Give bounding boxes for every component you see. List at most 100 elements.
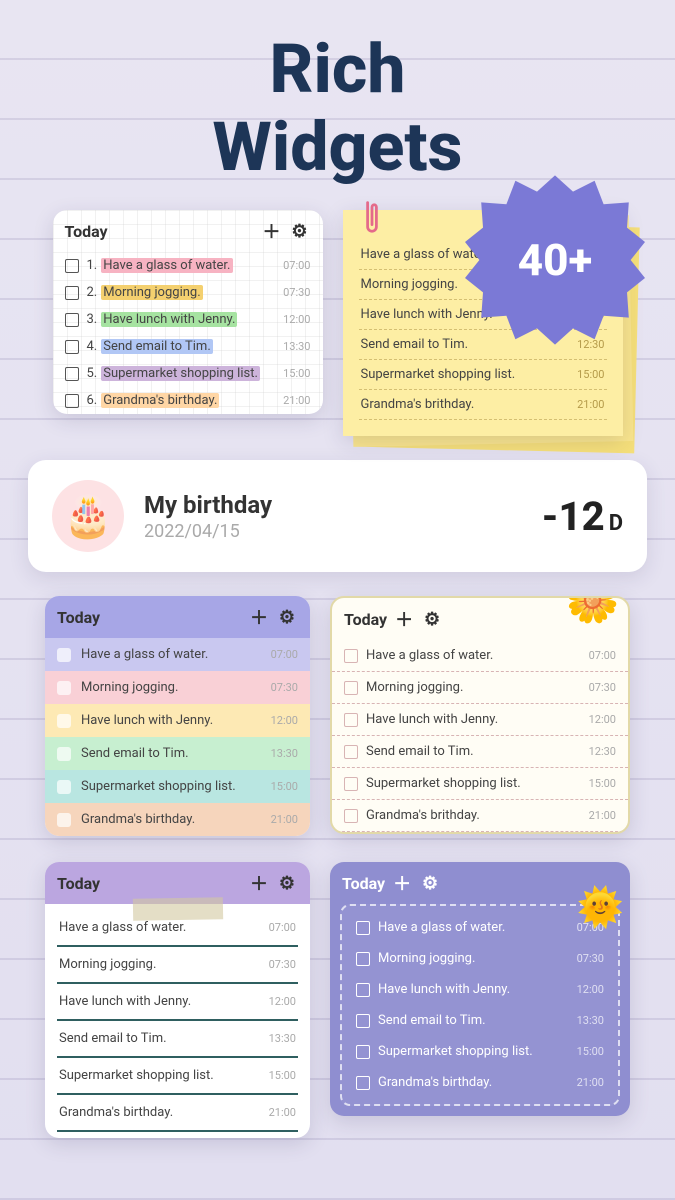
checkbox[interactable] bbox=[356, 952, 370, 966]
task-row[interactable]: Have lunch with Jenny. 12:00 bbox=[332, 704, 628, 736]
checkbox[interactable] bbox=[57, 813, 71, 827]
sun-icon: 🌞 bbox=[577, 886, 624, 930]
task-label: Have a glass of water. bbox=[81, 647, 265, 662]
widget-purple-todo[interactable]: Today ＋ ⚙ 🌞 Have a glass of water. 07:00… bbox=[330, 862, 630, 1116]
checkbox[interactable] bbox=[57, 780, 71, 794]
widget-tape-todo[interactable]: Today ＋ ⚙ Have a glass of water. 07:00Mo… bbox=[45, 862, 310, 1138]
gear-icon[interactable]: ⚙ bbox=[276, 872, 298, 894]
task-time: 12:00 bbox=[283, 313, 310, 326]
checkbox[interactable] bbox=[57, 714, 71, 728]
task-row[interactable]: Grandma's birthday. 21:00 bbox=[57, 1095, 298, 1132]
task-time: 13:30 bbox=[271, 747, 298, 760]
task-label: Have lunch with Jenny. bbox=[101, 312, 277, 327]
task-row[interactable]: Have a glass of water. 07:00 bbox=[45, 638, 310, 671]
task-label: Grandma's brithday. bbox=[361, 397, 572, 412]
task-row[interactable]: Morning jogging. 07:30 bbox=[57, 947, 298, 984]
task-row[interactable]: 2. Morning jogging. 07:30 bbox=[53, 279, 323, 306]
task-row[interactable]: Have lunch with Jenny. 12:00 bbox=[45, 704, 310, 737]
checkbox[interactable] bbox=[65, 394, 79, 408]
task-number: 5. bbox=[87, 366, 98, 381]
task-number: 1. bbox=[87, 258, 98, 273]
task-row[interactable]: Send email to Tim. 13:30 bbox=[45, 737, 310, 770]
task-label: Have lunch with Jenny. bbox=[366, 712, 583, 727]
checkbox[interactable] bbox=[65, 286, 79, 300]
widget-countdown[interactable]: 🎂 My birthday 2022/04/15 -12D bbox=[28, 460, 647, 572]
add-icon[interactable]: ＋ bbox=[391, 872, 413, 894]
task-row[interactable]: Have lunch with Jenny. 12:00 bbox=[346, 974, 614, 1005]
checkbox[interactable] bbox=[344, 649, 358, 663]
checkbox[interactable] bbox=[344, 713, 358, 727]
checkbox[interactable] bbox=[57, 747, 71, 761]
task-row[interactable]: 4. Send email to Tim. 13:30 bbox=[53, 333, 323, 360]
add-icon[interactable]: ＋ bbox=[248, 872, 270, 894]
task-time: 07:30 bbox=[283, 286, 310, 299]
checkbox[interactable] bbox=[344, 745, 358, 759]
task-row[interactable]: Send email to Tim. 13:30 bbox=[57, 1021, 298, 1058]
task-label: Grandma's birthday. bbox=[81, 812, 265, 827]
checkbox[interactable] bbox=[356, 1045, 370, 1059]
task-row[interactable]: Grandma's birthday. 21:00 bbox=[45, 803, 310, 836]
task-time: 07:00 bbox=[269, 921, 296, 934]
cake-icon: 🎂 bbox=[52, 480, 124, 552]
task-time: 12:00 bbox=[271, 714, 298, 727]
add-icon[interactable]: ＋ bbox=[261, 220, 283, 242]
checkbox[interactable] bbox=[344, 777, 358, 791]
checkbox[interactable] bbox=[356, 921, 370, 935]
task-label: Morning jogging. bbox=[59, 957, 263, 972]
gear-icon[interactable]: ⚙ bbox=[289, 220, 311, 242]
task-row[interactable]: Supermarket shopping list. 15:00 bbox=[57, 1058, 298, 1095]
checkbox[interactable] bbox=[65, 367, 79, 381]
task-row[interactable]: Morning jogging. 07:30 bbox=[346, 943, 614, 974]
widget-color-rows[interactable]: Today ＋ ⚙ Have a glass of water. 07:00 M… bbox=[45, 596, 310, 836]
checkbox[interactable] bbox=[344, 809, 358, 823]
task-row[interactable]: 5. Supermarket shopping list. 15:00 bbox=[53, 360, 323, 387]
task-row[interactable]: Have a glass of water. 07:00 bbox=[346, 912, 614, 943]
task-row[interactable]: Send email to Tim. 13:30 bbox=[346, 1005, 614, 1036]
add-icon[interactable]: ＋ bbox=[393, 608, 415, 630]
task-row[interactable]: 3. Have lunch with Jenny. 12:00 bbox=[53, 306, 323, 333]
task-row[interactable]: Grandma's birthday. 21:00 bbox=[346, 1067, 614, 1098]
task-time: 07:30 bbox=[577, 952, 604, 965]
task-time: 13:30 bbox=[283, 340, 310, 353]
task-row[interactable]: Morning jogging. 07:30 bbox=[45, 671, 310, 704]
task-row[interactable]: 6. Grandma's birthday. 21:00 bbox=[53, 387, 323, 414]
checkbox[interactable] bbox=[356, 1014, 370, 1028]
gear-icon[interactable]: ⚙ bbox=[421, 608, 443, 630]
task-row[interactable]: Supermarket shopping list. 15:00 bbox=[359, 360, 607, 390]
task-row[interactable]: 1. Have a glass of water. 07:00 bbox=[53, 252, 323, 279]
gear-icon[interactable]: ⚙ bbox=[419, 872, 441, 894]
checkbox[interactable] bbox=[57, 681, 71, 695]
task-row[interactable]: Have lunch with Jenny. 12:00 bbox=[57, 984, 298, 1021]
task-label: Have lunch with Jenny. bbox=[378, 982, 571, 997]
task-label: Morning jogging. bbox=[366, 680, 583, 695]
widget-title: Today bbox=[344, 610, 387, 629]
checkbox[interactable] bbox=[57, 648, 71, 662]
checkbox[interactable] bbox=[344, 681, 358, 695]
task-time: 15:00 bbox=[577, 1045, 604, 1058]
task-row[interactable]: Supermarket shopping list. 15:00 bbox=[346, 1036, 614, 1067]
task-label: Send email to Tim. bbox=[59, 1031, 263, 1046]
checkbox[interactable] bbox=[356, 983, 370, 997]
task-time: 12:00 bbox=[589, 713, 616, 726]
task-row[interactable]: Grandma's brithday. 21:00 bbox=[359, 390, 607, 420]
widget-flower-todo[interactable]: 🌼 Today ＋ ⚙ Have a glass of water. 07:00… bbox=[330, 596, 630, 834]
task-row[interactable]: Send email to Tim. 12:30 bbox=[332, 736, 628, 768]
task-row[interactable]: Morning jogging. 07:30 bbox=[332, 672, 628, 704]
checkbox[interactable] bbox=[65, 259, 79, 273]
task-time: 07:00 bbox=[283, 259, 310, 272]
task-label: Morning jogging. bbox=[81, 680, 265, 695]
add-icon[interactable]: ＋ bbox=[248, 606, 270, 628]
checkbox[interactable] bbox=[65, 340, 79, 354]
title-line1: Rich bbox=[0, 30, 675, 108]
task-row[interactable]: Supermarket shopping list. 15:00 bbox=[45, 770, 310, 803]
task-time: 21:00 bbox=[577, 1076, 604, 1089]
task-row[interactable]: Have a glass of water. 07:00 bbox=[332, 640, 628, 672]
badge-text: 40+ bbox=[518, 234, 593, 286]
widget-grid-todo[interactable]: Today ＋ ⚙ 1. Have a glass of water. 07:0… bbox=[53, 210, 323, 414]
checkbox[interactable] bbox=[356, 1076, 370, 1090]
paperclip-icon bbox=[361, 196, 383, 240]
task-row[interactable]: Grandma's brithday. 21:00 bbox=[332, 800, 628, 832]
gear-icon[interactable]: ⚙ bbox=[276, 606, 298, 628]
task-row[interactable]: Supermarket shopping list. 15:00 bbox=[332, 768, 628, 800]
checkbox[interactable] bbox=[65, 313, 79, 327]
